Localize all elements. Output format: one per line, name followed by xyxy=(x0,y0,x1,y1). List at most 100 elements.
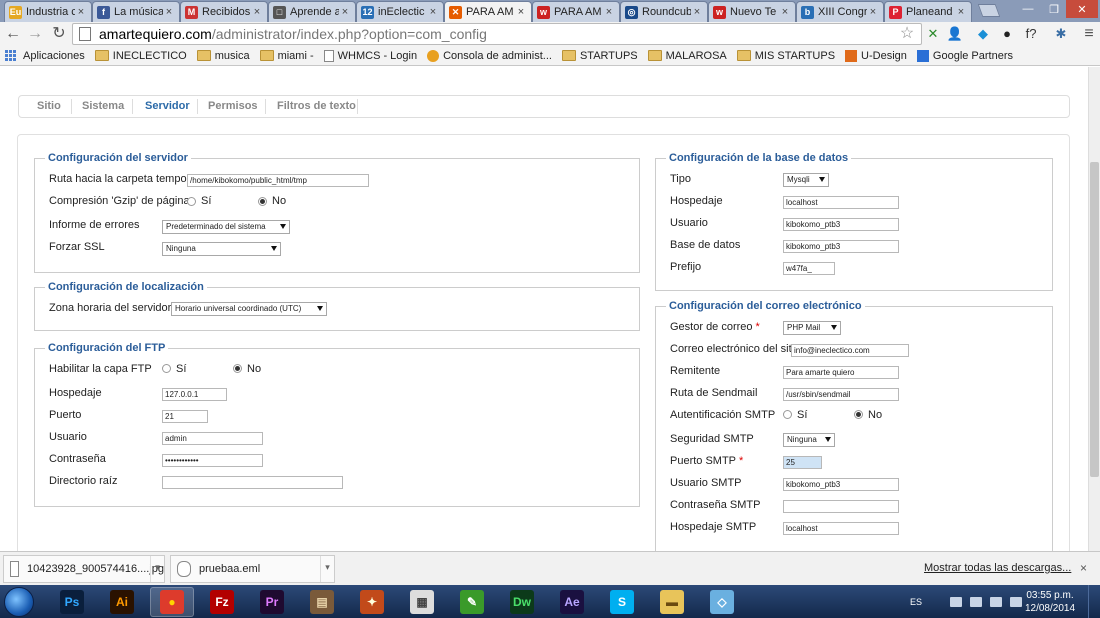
close-tab-icon[interactable]: × xyxy=(955,6,967,18)
taskbar-app-button[interactable]: Dw xyxy=(500,587,544,617)
browser-tab[interactable]: b XIII Congr × xyxy=(796,1,884,22)
ftp-host-input[interactable]: 127.0.0.1 xyxy=(162,388,227,401)
taskbar-app-button[interactable]: Pr xyxy=(250,587,294,617)
smtp-security-select[interactable]: Ninguna xyxy=(783,433,835,447)
browser-tab[interactable]: f La música × xyxy=(92,1,180,22)
close-tab-icon[interactable]: × xyxy=(867,6,879,18)
forward-icon[interactable]: → xyxy=(26,25,44,43)
menu-icon[interactable]: ≡ xyxy=(1080,25,1098,43)
taskbar-app-button[interactable]: ▬ xyxy=(650,587,694,617)
address-bar[interactable]: amartequiero.com/administrator/index.php… xyxy=(72,23,922,45)
bookmark-item[interactable]: Consola de administ... xyxy=(427,49,552,62)
close-tab-icon[interactable]: × xyxy=(339,6,351,18)
new-tab-button[interactable] xyxy=(977,4,1001,17)
taskbar-app-button[interactable]: ✦ xyxy=(350,587,394,617)
smtp-port-input[interactable]: 25 xyxy=(783,456,822,469)
minimize-icon[interactable]: — xyxy=(1016,0,1040,18)
ftp-enable-yes-radio[interactable] xyxy=(162,364,171,373)
close-tab-icon[interactable]: × xyxy=(427,6,439,18)
download-item[interactable]: 10423928_900574416....jpg ▾ xyxy=(3,555,165,583)
close-tab-icon[interactable]: × xyxy=(691,6,703,18)
db-user-input[interactable]: kibokomo_ptb3 xyxy=(783,218,899,231)
smtp-password-input[interactable] xyxy=(783,500,899,513)
close-tab-icon[interactable]: × xyxy=(779,6,791,18)
bookmark-item[interactable]: INECLECTICO xyxy=(94,50,187,62)
close-tab-icon[interactable]: × xyxy=(515,6,527,18)
download-item[interactable]: pruebaa.eml ▾ xyxy=(170,555,335,583)
f-ext-icon[interactable]: f? xyxy=(1022,25,1040,43)
chevron-down-icon[interactable]: ▾ xyxy=(150,556,164,582)
key-ext-icon[interactable]: ✱ xyxy=(1052,25,1070,43)
ftp-enable-no-radio[interactable] xyxy=(233,364,242,373)
mailer-select[interactable]: PHP Mail xyxy=(783,321,841,335)
bookmark-item[interactable]: Aplicaciones xyxy=(5,50,85,62)
close-icon[interactable]: × xyxy=(1080,561,1087,575)
force-ssl-select[interactable]: Ninguna xyxy=(162,242,281,256)
bookmark-item[interactable]: Google Partners xyxy=(916,49,1013,62)
close-tab-icon[interactable]: × xyxy=(75,6,87,18)
db-host-input[interactable]: localhost xyxy=(783,196,899,209)
sendmail-path-input[interactable]: /usr/sbin/sendmail xyxy=(783,388,899,401)
browser-tab[interactable]: 12 inEclectic × xyxy=(356,1,444,22)
timezone-select[interactable]: Horario universal coordinado (UTC) xyxy=(171,302,327,316)
sender-input[interactable]: Para amarte quiero xyxy=(783,366,899,379)
volume-icon[interactable] xyxy=(1010,596,1023,607)
taskbar-app-button[interactable]: Ae xyxy=(550,587,594,617)
smtp-auth-yes-radio[interactable] xyxy=(783,410,792,419)
error-reporting-select[interactable]: Predeterminado del sistema xyxy=(162,220,290,234)
bookmark-item[interactable]: musica xyxy=(196,50,250,62)
db-name-input[interactable]: kibokomo_ptb3 xyxy=(783,240,899,253)
browser-tab[interactable]: w Nuevo Te × xyxy=(708,1,796,22)
taskbar-app-button[interactable]: S xyxy=(600,587,644,617)
tab-sistema[interactable]: Sistema xyxy=(82,100,124,112)
taskbar-app-button[interactable]: Fz xyxy=(200,587,244,617)
smtp-auth-no-radio[interactable] xyxy=(854,410,863,419)
db-type-select[interactable]: Mysqli xyxy=(783,173,829,187)
start-button[interactable] xyxy=(4,587,34,617)
chevron-down-icon[interactable]: ▾ xyxy=(320,556,334,582)
browser-tab[interactable]: ✕ PARA AM × xyxy=(444,1,532,22)
gzip-no-radio[interactable] xyxy=(258,197,267,206)
person-ext-icon[interactable]: 👤 xyxy=(946,25,964,43)
x-ext-icon[interactable]: ✕ xyxy=(924,25,942,43)
clock[interactable]: 03:55 p.m. 12/08/2014 xyxy=(1022,589,1078,615)
browser-tab[interactable]: □ Aprende a × xyxy=(268,1,356,22)
taskbar-app-button[interactable]: Ai xyxy=(100,587,144,617)
smtp-user-input[interactable]: kibokomo_ptb3 xyxy=(783,478,899,491)
taskbar-app-button[interactable]: ▦ xyxy=(400,587,444,617)
browser-tab[interactable]: P Planeand × xyxy=(884,1,972,22)
close-tab-icon[interactable]: × xyxy=(251,6,263,18)
tab-permisos[interactable]: Permisos xyxy=(208,100,258,112)
bookmark-item[interactable]: WHMCS - Login xyxy=(323,49,417,62)
page-scrollbar[interactable] xyxy=(1088,67,1100,551)
tab-filtros-texto[interactable]: Filtros de texto xyxy=(277,100,356,112)
smtp-host-input[interactable]: localhost xyxy=(783,522,899,535)
language-indicator[interactable]: ES xyxy=(910,597,922,607)
taskbar-app-button[interactable]: ▤ xyxy=(300,587,344,617)
reload-icon[interactable]: ↻ xyxy=(50,25,68,43)
bookmark-item[interactable]: miami - xyxy=(259,50,314,62)
tab-sitio[interactable]: Sitio xyxy=(37,100,61,112)
close-window-icon[interactable]: ✕ xyxy=(1066,0,1098,18)
bookmark-item[interactable]: U-Design xyxy=(845,49,907,62)
circle-ext-icon[interactable]: ● xyxy=(998,25,1016,43)
restore-icon[interactable]: ❐ xyxy=(1042,0,1066,18)
bookmark-item[interactable]: STARTUPS xyxy=(561,50,638,62)
ftp-port-input[interactable]: 21 xyxy=(162,410,208,423)
taskbar-app-button[interactable]: ✎ xyxy=(450,587,494,617)
gzip-yes-radio[interactable] xyxy=(187,197,196,206)
diamond-ext-icon[interactable]: ◆ xyxy=(974,25,992,43)
action-center-icon[interactable] xyxy=(990,596,1003,607)
show-desktop-button[interactable] xyxy=(1088,585,1100,618)
back-icon[interactable]: ← xyxy=(4,25,22,43)
browser-tab[interactable]: Eu Industria c × xyxy=(4,1,92,22)
tray-arrow-icon[interactable] xyxy=(950,596,963,607)
mail-from-input[interactable]: info@ineclectico.com xyxy=(791,344,909,357)
tmp-path-input[interactable]: /home/kibokomo/public_html/tmp xyxy=(187,174,369,187)
bookmark-item[interactable]: MALAROSA xyxy=(647,50,727,62)
taskbar-app-button[interactable]: Ps xyxy=(50,587,94,617)
browser-tab[interactable]: w PARA AM × xyxy=(532,1,620,22)
bookmark-star-icon[interactable]: ☆ xyxy=(898,25,916,43)
browser-tab[interactable]: M Recibidos × xyxy=(180,1,268,22)
tab-servidor[interactable]: Servidor xyxy=(145,100,190,112)
